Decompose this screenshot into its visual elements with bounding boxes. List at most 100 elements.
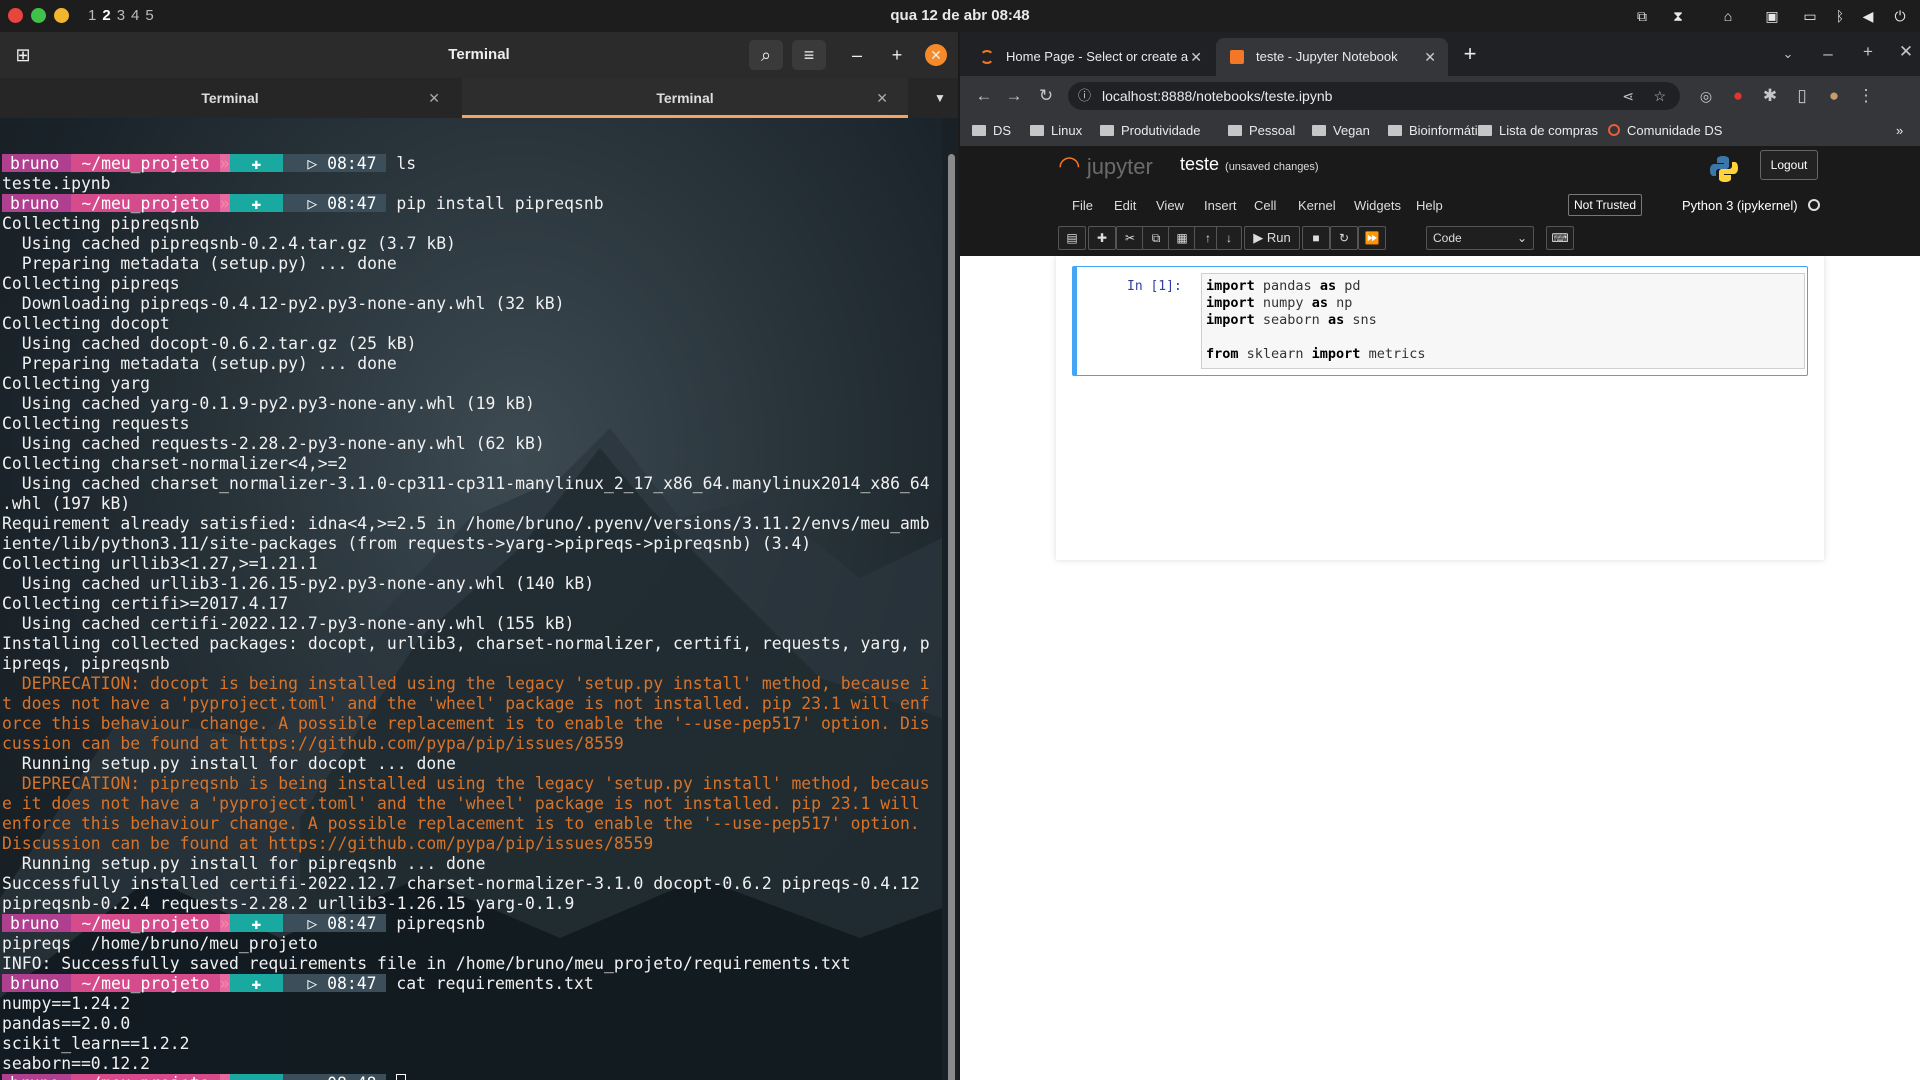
bluetooth-icon[interactable]: ᛒ: [1830, 6, 1850, 26]
volume-icon[interactable]: ◀: [1858, 6, 1878, 26]
paste-icon[interactable]: ▦: [1168, 226, 1196, 250]
menu-file[interactable]: File: [1072, 198, 1093, 213]
side-panel-icon[interactable]: ▯: [1790, 84, 1814, 108]
jupyter-logo[interactable]: ◠ jupyter: [1058, 150, 1153, 181]
restart-icon[interactable]: ↻: [1330, 226, 1358, 250]
browser-menu-icon[interactable]: ⋮: [1854, 84, 1878, 108]
extensions-icon[interactable]: ✱: [1758, 84, 1782, 108]
close-tab-icon[interactable]: ✕: [876, 78, 888, 118]
power-icon[interactable]: ⏻: [1890, 6, 1910, 26]
share-icon[interactable]: ⋖: [1622, 82, 1634, 110]
prompt-time: ▷ 08:47: [283, 914, 387, 933]
output-line: Discussion can be found at https://githu…: [2, 834, 654, 853]
terminal-cursor[interactable]: [396, 1074, 407, 1080]
code-editor[interactable]: import pandas as pd import numpy as np imp…: [1201, 273, 1805, 369]
run-button[interactable]: ▶ Run: [1244, 226, 1300, 250]
command-text: pip install pipreqsnb: [396, 194, 604, 213]
insert-cell-icon[interactable]: ✚: [1088, 226, 1116, 250]
prompt-separator-icon: »: [219, 974, 230, 993]
chevron-down-icon: ⌄: [1516, 231, 1527, 245]
bookmark-lista-de-compras[interactable]: Lista de compras: [1478, 123, 1598, 138]
notebook-name[interactable]: teste (unsaved changes): [1180, 154, 1319, 175]
prompt-user: bruno: [2, 154, 72, 173]
bookmark-pessoal[interactable]: Pessoal: [1228, 123, 1295, 138]
tab-search-icon[interactable]: ⌄: [1776, 42, 1800, 66]
output-line: ipreqs, pipreqsnb: [2, 654, 170, 673]
bookmark-label: Linux: [1051, 123, 1083, 138]
clipboard-icon[interactable]: ⧉: [1632, 6, 1652, 26]
move-down-icon[interactable]: ↓: [1216, 226, 1242, 250]
menu-widgets[interactable]: Widgets: [1354, 198, 1401, 213]
minimize-icon[interactable]: –: [840, 40, 874, 70]
terminal-tab-2[interactable]: Terminal ✕: [462, 78, 908, 118]
tab-list-dropdown-icon[interactable]: ▼: [922, 78, 958, 118]
menu-view[interactable]: View: [1156, 198, 1184, 213]
save-icon[interactable]: ▤: [1058, 226, 1086, 250]
cell-type-select[interactable]: Code ⌄: [1426, 226, 1534, 250]
profile-avatar[interactable]: ●: [1822, 84, 1846, 108]
extension-spy-icon[interactable]: ◎: [1694, 84, 1718, 108]
close-tab-icon[interactable]: ✕: [1190, 38, 1202, 76]
logout-button[interactable]: Logout: [1760, 150, 1818, 180]
prompt-time: ▷ 08:47: [283, 154, 387, 173]
extension-shield-icon[interactable]: ●: [1726, 84, 1750, 108]
new-tab-icon[interactable]: +: [1458, 42, 1482, 66]
terminal-tab-1[interactable]: Terminal ✕: [0, 78, 460, 118]
output-line: Collecting yarg: [2, 374, 151, 393]
keyboard-icon[interactable]: ⌂: [1718, 6, 1738, 26]
kernel-name[interactable]: Python 3 (ipykernel): [1682, 198, 1798, 213]
bookmark-comunidade-ds[interactable]: Comunidade DS: [1608, 123, 1722, 138]
url-field[interactable]: ⓘ localhost:8888/notebooks/teste.ipynb ⋖…: [1068, 82, 1680, 110]
bookmark-vegan[interactable]: Vegan: [1312, 123, 1370, 138]
bookmark-bioinformática[interactable]: Bioinformática: [1388, 123, 1491, 138]
display-icon[interactable]: ▣: [1762, 6, 1782, 26]
back-icon[interactable]: ←: [972, 84, 996, 108]
minimize-icon[interactable]: –: [1816, 42, 1840, 66]
cut-icon[interactable]: ✂: [1116, 226, 1144, 250]
browser-tab-home[interactable]: Home Page - Select or create a ✕: [966, 38, 1214, 76]
interrupt-icon[interactable]: ■: [1302, 226, 1330, 250]
terminal-output[interactable]: bruno ~/meu_projeto» ✚ ▷ 08:47 ls teste.ipyn…: [0, 118, 942, 1080]
copy-icon[interactable]: ⧉: [1142, 226, 1170, 250]
maximize-icon[interactable]: +: [1856, 40, 1880, 64]
bookmark-ds[interactable]: DS: [972, 123, 1011, 138]
notebook-container: In [1]: import pandas as pd import numpy …: [1056, 256, 1824, 560]
bookmark-linux[interactable]: Linux: [1030, 123, 1082, 138]
menu-icon[interactable]: ≡: [792, 40, 826, 70]
bookmark-produtividade[interactable]: Produtividade: [1100, 123, 1201, 138]
reload-icon[interactable]: ↻: [1034, 84, 1058, 108]
tab-title: Home Page - Select or create a: [1006, 49, 1189, 64]
close-tab-icon[interactable]: ✕: [428, 78, 440, 118]
close-tab-icon[interactable]: ✕: [1424, 38, 1436, 76]
python-logo-icon: [1710, 156, 1738, 182]
prompt-user: bruno: [2, 1074, 72, 1080]
hourglass-icon[interactable]: ⧗: [1668, 6, 1688, 26]
menu-cell[interactable]: Cell: [1254, 198, 1276, 213]
restart-run-all-icon[interactable]: ⏩: [1358, 226, 1386, 250]
forward-icon[interactable]: →: [1002, 84, 1026, 108]
more-bookmarks-icon[interactable]: »: [1896, 123, 1903, 138]
screen-icon[interactable]: ▭: [1800, 6, 1820, 26]
bookmark-label: DS: [993, 123, 1012, 138]
site-info-icon[interactable]: ⓘ: [1078, 82, 1091, 110]
close-icon[interactable]: ✕: [1894, 40, 1918, 64]
browser-tab-notebook[interactable]: teste - Jupyter Notebook ✕: [1216, 38, 1448, 76]
bookmark-star-icon[interactable]: ☆: [1653, 82, 1666, 110]
prompt-directory: ~/meu_projeto: [71, 194, 220, 213]
trust-indicator[interactable]: Not Trusted: [1568, 194, 1642, 216]
output-line: iente/lib/python3.11/site-packages (from…: [2, 534, 812, 553]
code-cell[interactable]: In [1]: import pandas as pd import numpy …: [1072, 266, 1808, 376]
menu-insert[interactable]: Insert: [1204, 198, 1237, 213]
search-icon[interactable]: ⌕: [749, 40, 783, 70]
notebook-title[interactable]: teste: [1180, 154, 1219, 174]
folder-icon: [1478, 125, 1492, 136]
close-icon[interactable]: ✕: [925, 44, 947, 66]
run-icon: ▶: [1253, 230, 1267, 245]
scrollbar[interactable]: [948, 154, 955, 1080]
menu-help[interactable]: Help: [1416, 198, 1443, 213]
command-palette-icon[interactable]: ⌨: [1546, 226, 1574, 250]
maximize-icon[interactable]: +: [880, 40, 914, 70]
output-line: DEPRECATION: docopt is being installed u…: [2, 674, 930, 693]
menu-kernel[interactable]: Kernel: [1298, 198, 1336, 213]
menu-edit[interactable]: Edit: [1114, 198, 1136, 213]
